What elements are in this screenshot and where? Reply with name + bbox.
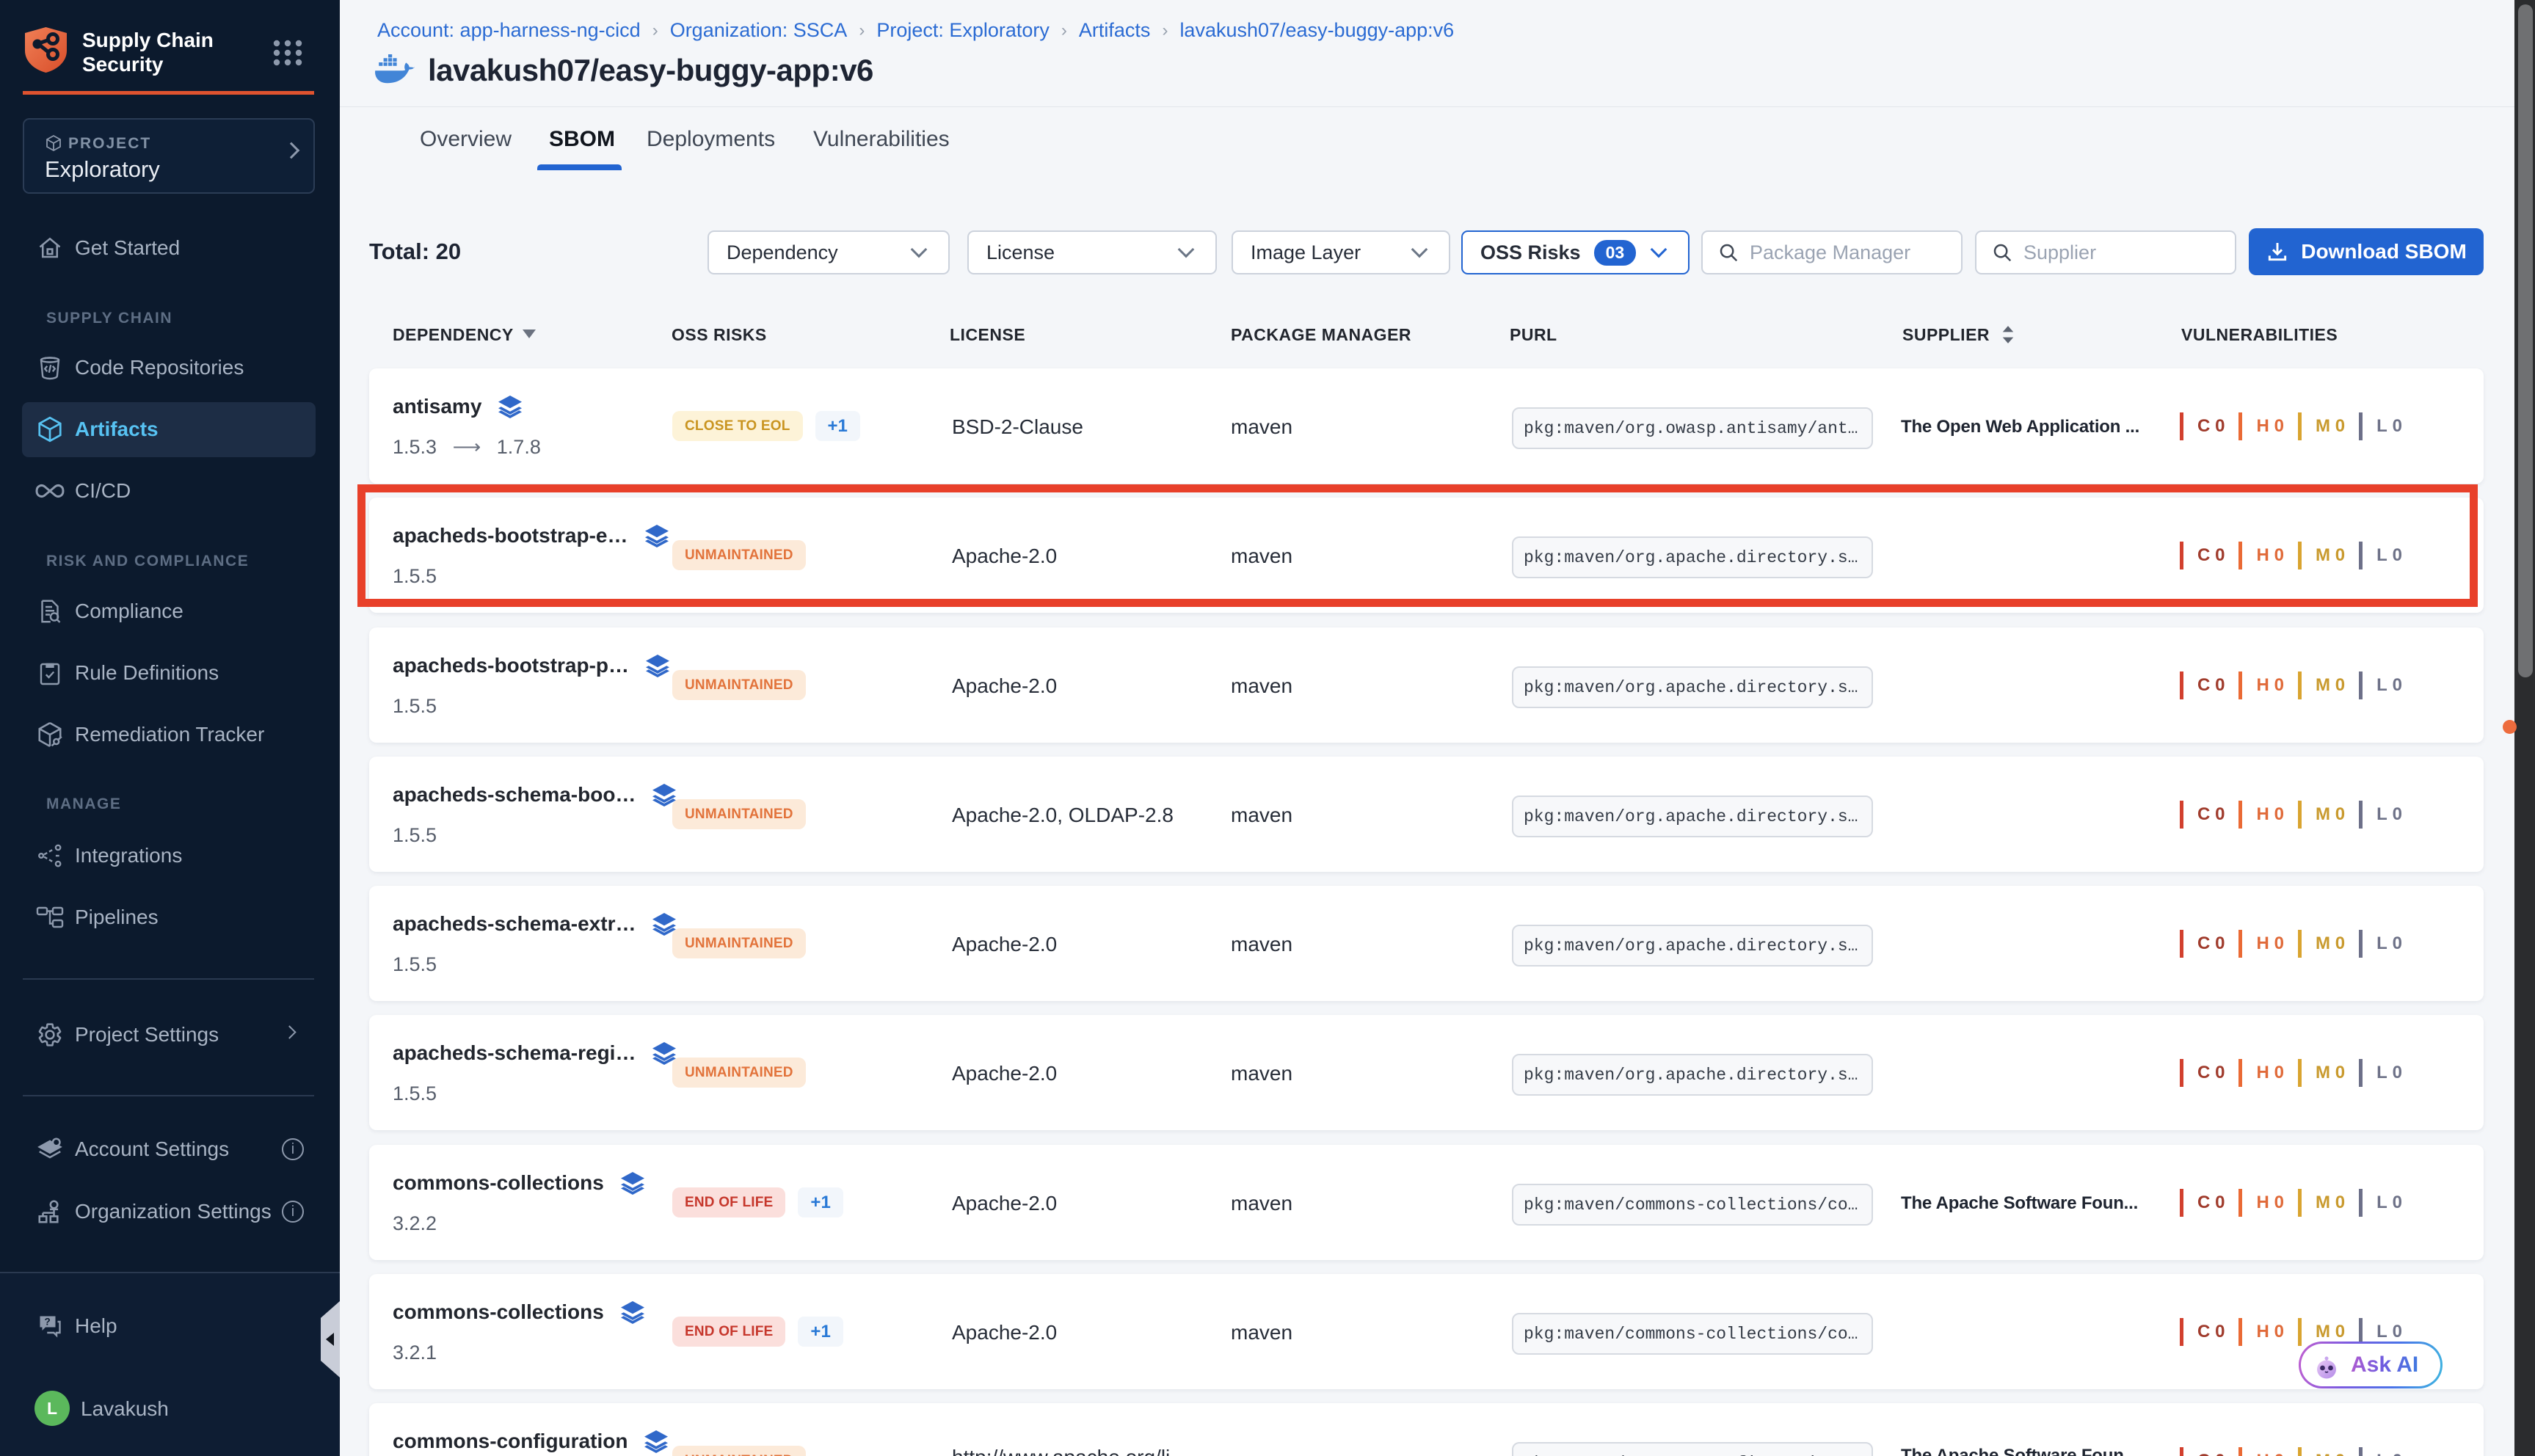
svg-text:?: ? — [45, 1317, 51, 1328]
